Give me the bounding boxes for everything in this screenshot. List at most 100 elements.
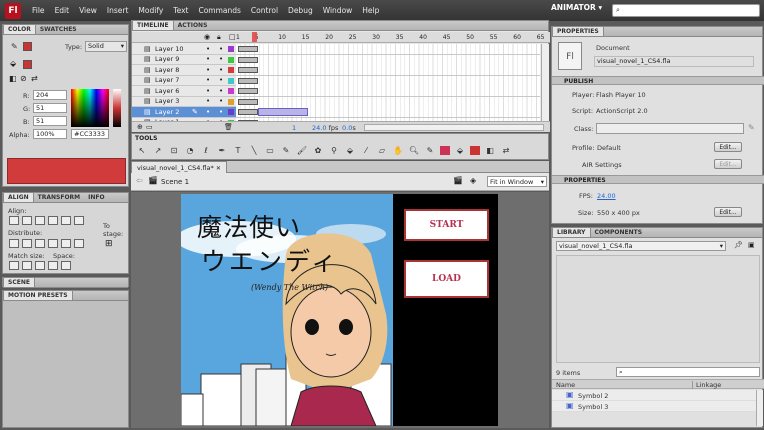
3d-rotation-tool-icon[interactable]: ◔ — [184, 145, 196, 156]
layer-row[interactable]: ▤ Layer 7 • • — [132, 75, 540, 86]
new-library-panel-icon[interactable]: ▣ — [748, 241, 755, 249]
publish-section-header[interactable]: PUBLISH — [552, 76, 764, 85]
frame-track[interactable] — [236, 65, 540, 75]
keyframe[interactable] — [238, 88, 258, 94]
layer-row[interactable]: ▤ Layer 6 • • — [132, 86, 540, 97]
edit-symbols-icon[interactable]: ◈ — [470, 176, 476, 185]
match-both-icon[interactable] — [35, 261, 45, 270]
free-transform-tool-icon[interactable]: ⊡ — [168, 145, 180, 156]
keyframe[interactable] — [238, 67, 258, 73]
load-button[interactable]: LOAD — [404, 260, 489, 298]
lock-dot[interactable]: • — [219, 55, 223, 63]
lock-dot[interactable]: • — [219, 97, 223, 105]
visibility-dot[interactable]: • — [206, 55, 210, 63]
visibility-dot[interactable]: • — [206, 66, 210, 74]
fps-value[interactable]: 24.00 — [597, 192, 616, 200]
g-input[interactable]: 51 — [33, 103, 67, 113]
align-middle-icon[interactable] — [61, 216, 71, 225]
lock-dot[interactable]: • — [219, 87, 223, 95]
align-left-icon[interactable] — [9, 216, 19, 225]
tab-actions[interactable]: ACTIONS — [174, 21, 212, 30]
no-color-icon[interactable]: ⊘ — [20, 74, 27, 83]
edit-profile-button[interactable]: Edit... — [714, 142, 742, 152]
edit-class-pencil-icon[interactable]: ✎ — [748, 123, 755, 132]
menu-text[interactable]: Text — [168, 6, 193, 15]
selected-frame-span[interactable] — [258, 108, 308, 116]
color-spectrum-picker[interactable] — [71, 89, 109, 127]
menu-file[interactable]: File — [27, 6, 50, 15]
visibility-dot[interactable]: • — [206, 76, 210, 84]
brightness-slider[interactable] — [113, 89, 121, 127]
eraser-tool-icon[interactable]: ▱ — [376, 145, 388, 156]
menu-debug[interactable]: Debug — [283, 6, 318, 15]
match-width-icon[interactable] — [9, 261, 19, 270]
menu-window[interactable]: Window — [318, 6, 358, 15]
tab-color[interactable]: COLOR — [3, 24, 36, 34]
tab-components[interactable]: COMPONENTS — [591, 228, 647, 237]
layer-color-box[interactable] — [228, 98, 234, 105]
swap-colors-tool-icon[interactable]: ⇄ — [500, 145, 512, 156]
frame-track[interactable] — [236, 96, 540, 107]
zoom-tool-icon[interactable]: 🔍︎ — [408, 145, 420, 156]
distribute-top-icon[interactable] — [9, 239, 19, 248]
frame-track[interactable] — [236, 44, 540, 54]
b-input[interactable]: 51 — [33, 116, 67, 126]
layer-row[interactable]: ▤ Layer 8 • • — [132, 65, 540, 76]
document-tab[interactable]: visual_novel_1_CS4.fla* ✕ — [131, 161, 227, 173]
scene-breadcrumb[interactable]: Scene 1 — [161, 178, 189, 186]
distribute-right-icon[interactable] — [74, 239, 84, 248]
deco-tool-icon[interactable]: ✿ — [312, 145, 324, 156]
fill-color-chip[interactable] — [470, 146, 480, 155]
library-search-input[interactable]: ⌕ — [616, 367, 760, 377]
layer-row[interactable]: ▤ Layer 10 • • — [132, 44, 540, 55]
pen-tool-icon[interactable]: ✒ — [216, 145, 228, 156]
distribute-left-icon[interactable] — [48, 239, 58, 248]
default-colors-icon[interactable]: ◧ — [484, 145, 496, 156]
menu-edit[interactable]: Edit — [50, 6, 75, 15]
workspace-switcher[interactable]: ANIMATOR ▾ — [551, 3, 602, 12]
distribute-hcenter-icon[interactable] — [61, 239, 71, 248]
black-white-icon[interactable]: ◧ — [9, 74, 17, 83]
keyframe[interactable] — [238, 109, 258, 115]
layer-row[interactable]: ▤ Layer 3 • • — [132, 96, 540, 107]
frame-ruler[interactable]: 15101520253035404550556065 — [235, 32, 544, 43]
delete-layer-icon[interactable]: 🗑︎ — [224, 123, 233, 131]
hex-input[interactable]: #CC3333 — [71, 129, 109, 139]
list-item[interactable]: ▣ Symbol 3 — [552, 401, 756, 412]
swap-colors-icon[interactable]: ⇄ — [31, 74, 38, 83]
tab-library[interactable]: LIBRARY — [552, 227, 591, 237]
brush-tool-icon[interactable]: 🖌︎ — [296, 145, 308, 156]
tab-motion-presets[interactable]: MOTION PRESETS — [3, 290, 73, 300]
lock-dot[interactable]: • — [219, 108, 223, 116]
distribute-vcenter-icon[interactable] — [22, 239, 32, 248]
stroke-color-tool-icon[interactable]: ✎ — [424, 145, 436, 156]
help-search-input[interactable]: ⌕ — [612, 4, 760, 17]
align-right-icon[interactable] — [35, 216, 45, 225]
eye-icon[interactable]: ◉ — [204, 33, 210, 41]
visibility-dot[interactable]: • — [206, 87, 210, 95]
lock-dot[interactable]: • — [219, 66, 223, 74]
line-tool-icon[interactable]: ╲ — [248, 145, 260, 156]
visibility-dot[interactable]: • — [206, 45, 210, 53]
edit-air-button[interactable]: Edit... — [714, 159, 742, 169]
library-scrollbar[interactable] — [756, 390, 763, 426]
menu-control[interactable]: Control — [246, 6, 283, 15]
align-bottom-icon[interactable] — [74, 216, 84, 225]
class-input[interactable] — [596, 123, 744, 134]
align-center-icon[interactable] — [22, 216, 32, 225]
keyframe[interactable] — [238, 98, 258, 105]
paint-bucket-tool-icon[interactable]: ⬙ — [344, 145, 356, 156]
library-document-select[interactable]: visual_novel_1_CS4.fla ▾ — [556, 241, 726, 251]
stage[interactable]: 魔法使い ウエンディ (Wendy The Witch) START LOAD — [181, 194, 498, 426]
name-column[interactable]: Name — [556, 381, 575, 389]
tab-properties[interactable]: PROPERTIES — [552, 26, 604, 36]
layer-color-box[interactable] — [228, 56, 234, 63]
lock-icon[interactable]: 🔒︎ — [217, 33, 221, 42]
menu-help[interactable]: Help — [357, 6, 384, 15]
start-button[interactable]: START — [404, 209, 489, 241]
tab-info[interactable]: INFO — [84, 193, 108, 202]
timeline-horizontal-scrollbar[interactable] — [364, 124, 544, 131]
to-stage-icon[interactable]: ⊞ — [105, 239, 113, 249]
lock-dot[interactable]: • — [219, 76, 223, 84]
tab-scene[interactable]: SCENE — [3, 277, 35, 287]
